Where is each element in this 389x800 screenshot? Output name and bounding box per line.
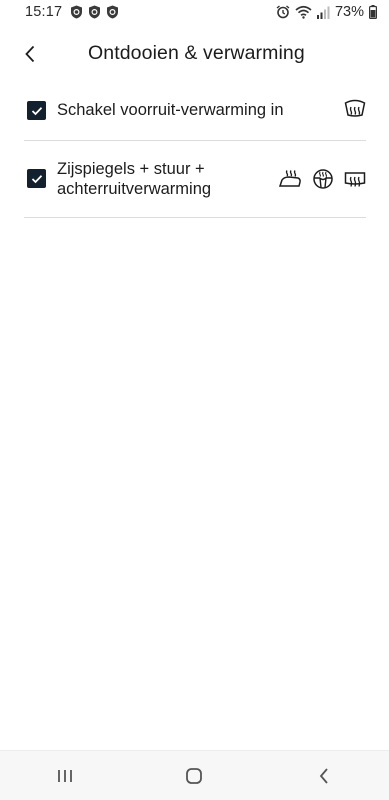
status-bar-left: 15:17 xyxy=(25,4,119,20)
chevron-left-icon xyxy=(25,45,35,63)
option-row-mirrors-wheel-rear[interactable]: Zijspiegels + stuur + achterruitverwarmi… xyxy=(24,141,366,218)
rear-window-heat-icon xyxy=(344,172,366,187)
battery-icon xyxy=(369,5,377,19)
windshield-heat-icon xyxy=(344,99,366,117)
alarm-icon xyxy=(276,5,290,19)
shield-icon xyxy=(71,5,83,19)
checkbox-windshield[interactable] xyxy=(27,101,46,120)
option-row-windshield[interactable]: Schakel voorruit-verwarming in xyxy=(24,86,366,141)
option-label: Zijspiegels + stuur + achterruitverwarmi… xyxy=(57,160,212,198)
system-nav-bar xyxy=(0,750,389,800)
option-label: Schakel voorruit-verwarming in xyxy=(57,101,284,119)
mirror-heat-icon xyxy=(278,170,301,187)
signal-icon xyxy=(316,6,330,19)
check-icon xyxy=(31,174,42,183)
shield-icon xyxy=(89,5,101,19)
battery-percentage: 73% xyxy=(334,4,364,20)
status-bar: 15:17 73% xyxy=(0,0,389,24)
option-icons xyxy=(344,99,366,119)
header: Ontdooien & verwarming xyxy=(0,30,389,76)
option-icons xyxy=(278,168,366,190)
check-icon xyxy=(31,106,42,115)
home-icon xyxy=(186,767,203,784)
screen: 15:17 73% Ontdooien & verwarming Schakel… xyxy=(0,0,389,800)
back-icon xyxy=(319,767,328,784)
recent-apps-button[interactable] xyxy=(35,756,95,796)
checkbox-mirrors-wheel-rear[interactable] xyxy=(27,169,46,188)
steering-wheel-heat-icon xyxy=(313,169,333,189)
back-button[interactable] xyxy=(16,40,44,68)
recent-apps-icon xyxy=(57,769,72,782)
nav-back-button[interactable] xyxy=(294,756,354,796)
status-bar-right: 73% xyxy=(276,4,377,20)
status-time: 15:17 xyxy=(25,4,63,20)
page-title: Ontdooien & verwarming xyxy=(88,42,305,64)
wifi-icon xyxy=(295,5,312,19)
home-button[interactable] xyxy=(164,756,224,796)
shield-icon xyxy=(107,5,119,19)
